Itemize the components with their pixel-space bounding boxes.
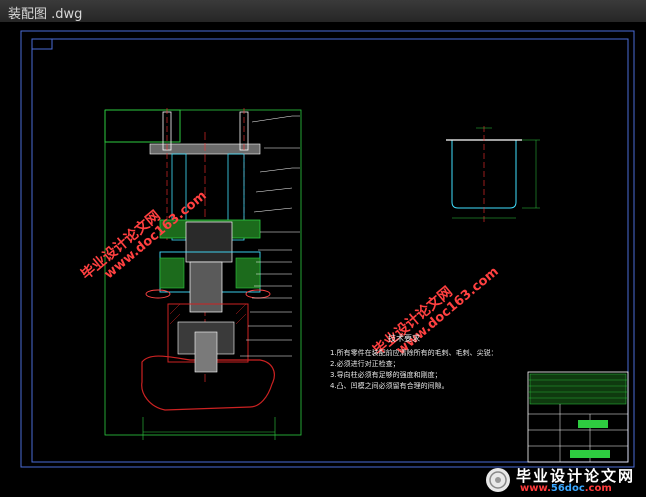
lower-die-right xyxy=(235,257,261,289)
ejector-pin xyxy=(194,331,218,373)
title-block xyxy=(527,371,629,463)
note-3: 3.导向柱必须有足够的强度和刚度； xyxy=(330,371,442,379)
handle-right xyxy=(245,289,271,299)
window-title: 装配图 .dwg xyxy=(8,7,83,22)
footer-url-highlight: 56doc xyxy=(550,483,585,494)
punch-holder xyxy=(185,221,233,263)
footer-url: www.56doc.com xyxy=(520,483,612,494)
assembly-section xyxy=(141,108,276,440)
lower-die-left xyxy=(159,257,185,289)
blank-part xyxy=(446,126,540,222)
title-bar: 装配图 .dwg xyxy=(0,0,646,23)
note-4: 4.凸、凹模之间必须留有合理的间隙。 xyxy=(330,382,449,390)
cad-drawing: 毕业设计论文网 www.doc163.com 毕业设计论文网 www.doc16… xyxy=(20,30,635,468)
green-bound-top xyxy=(104,109,181,143)
note-2: 2.必须进行对正检查； xyxy=(330,360,400,368)
watermark-url-right: www.doc163.com xyxy=(394,264,502,358)
tech-title: 技术要求 xyxy=(388,334,420,343)
note-1: 1.所有零件在装配前应清除所有的毛刺、毛刺、尖锐： xyxy=(330,349,498,357)
corner-box xyxy=(31,38,53,50)
handle-left xyxy=(145,289,171,299)
drawing-canvas[interactable]: 毕业设计论文网 www.doc163.com 毕业设计论文网 www.doc16… xyxy=(0,22,646,497)
